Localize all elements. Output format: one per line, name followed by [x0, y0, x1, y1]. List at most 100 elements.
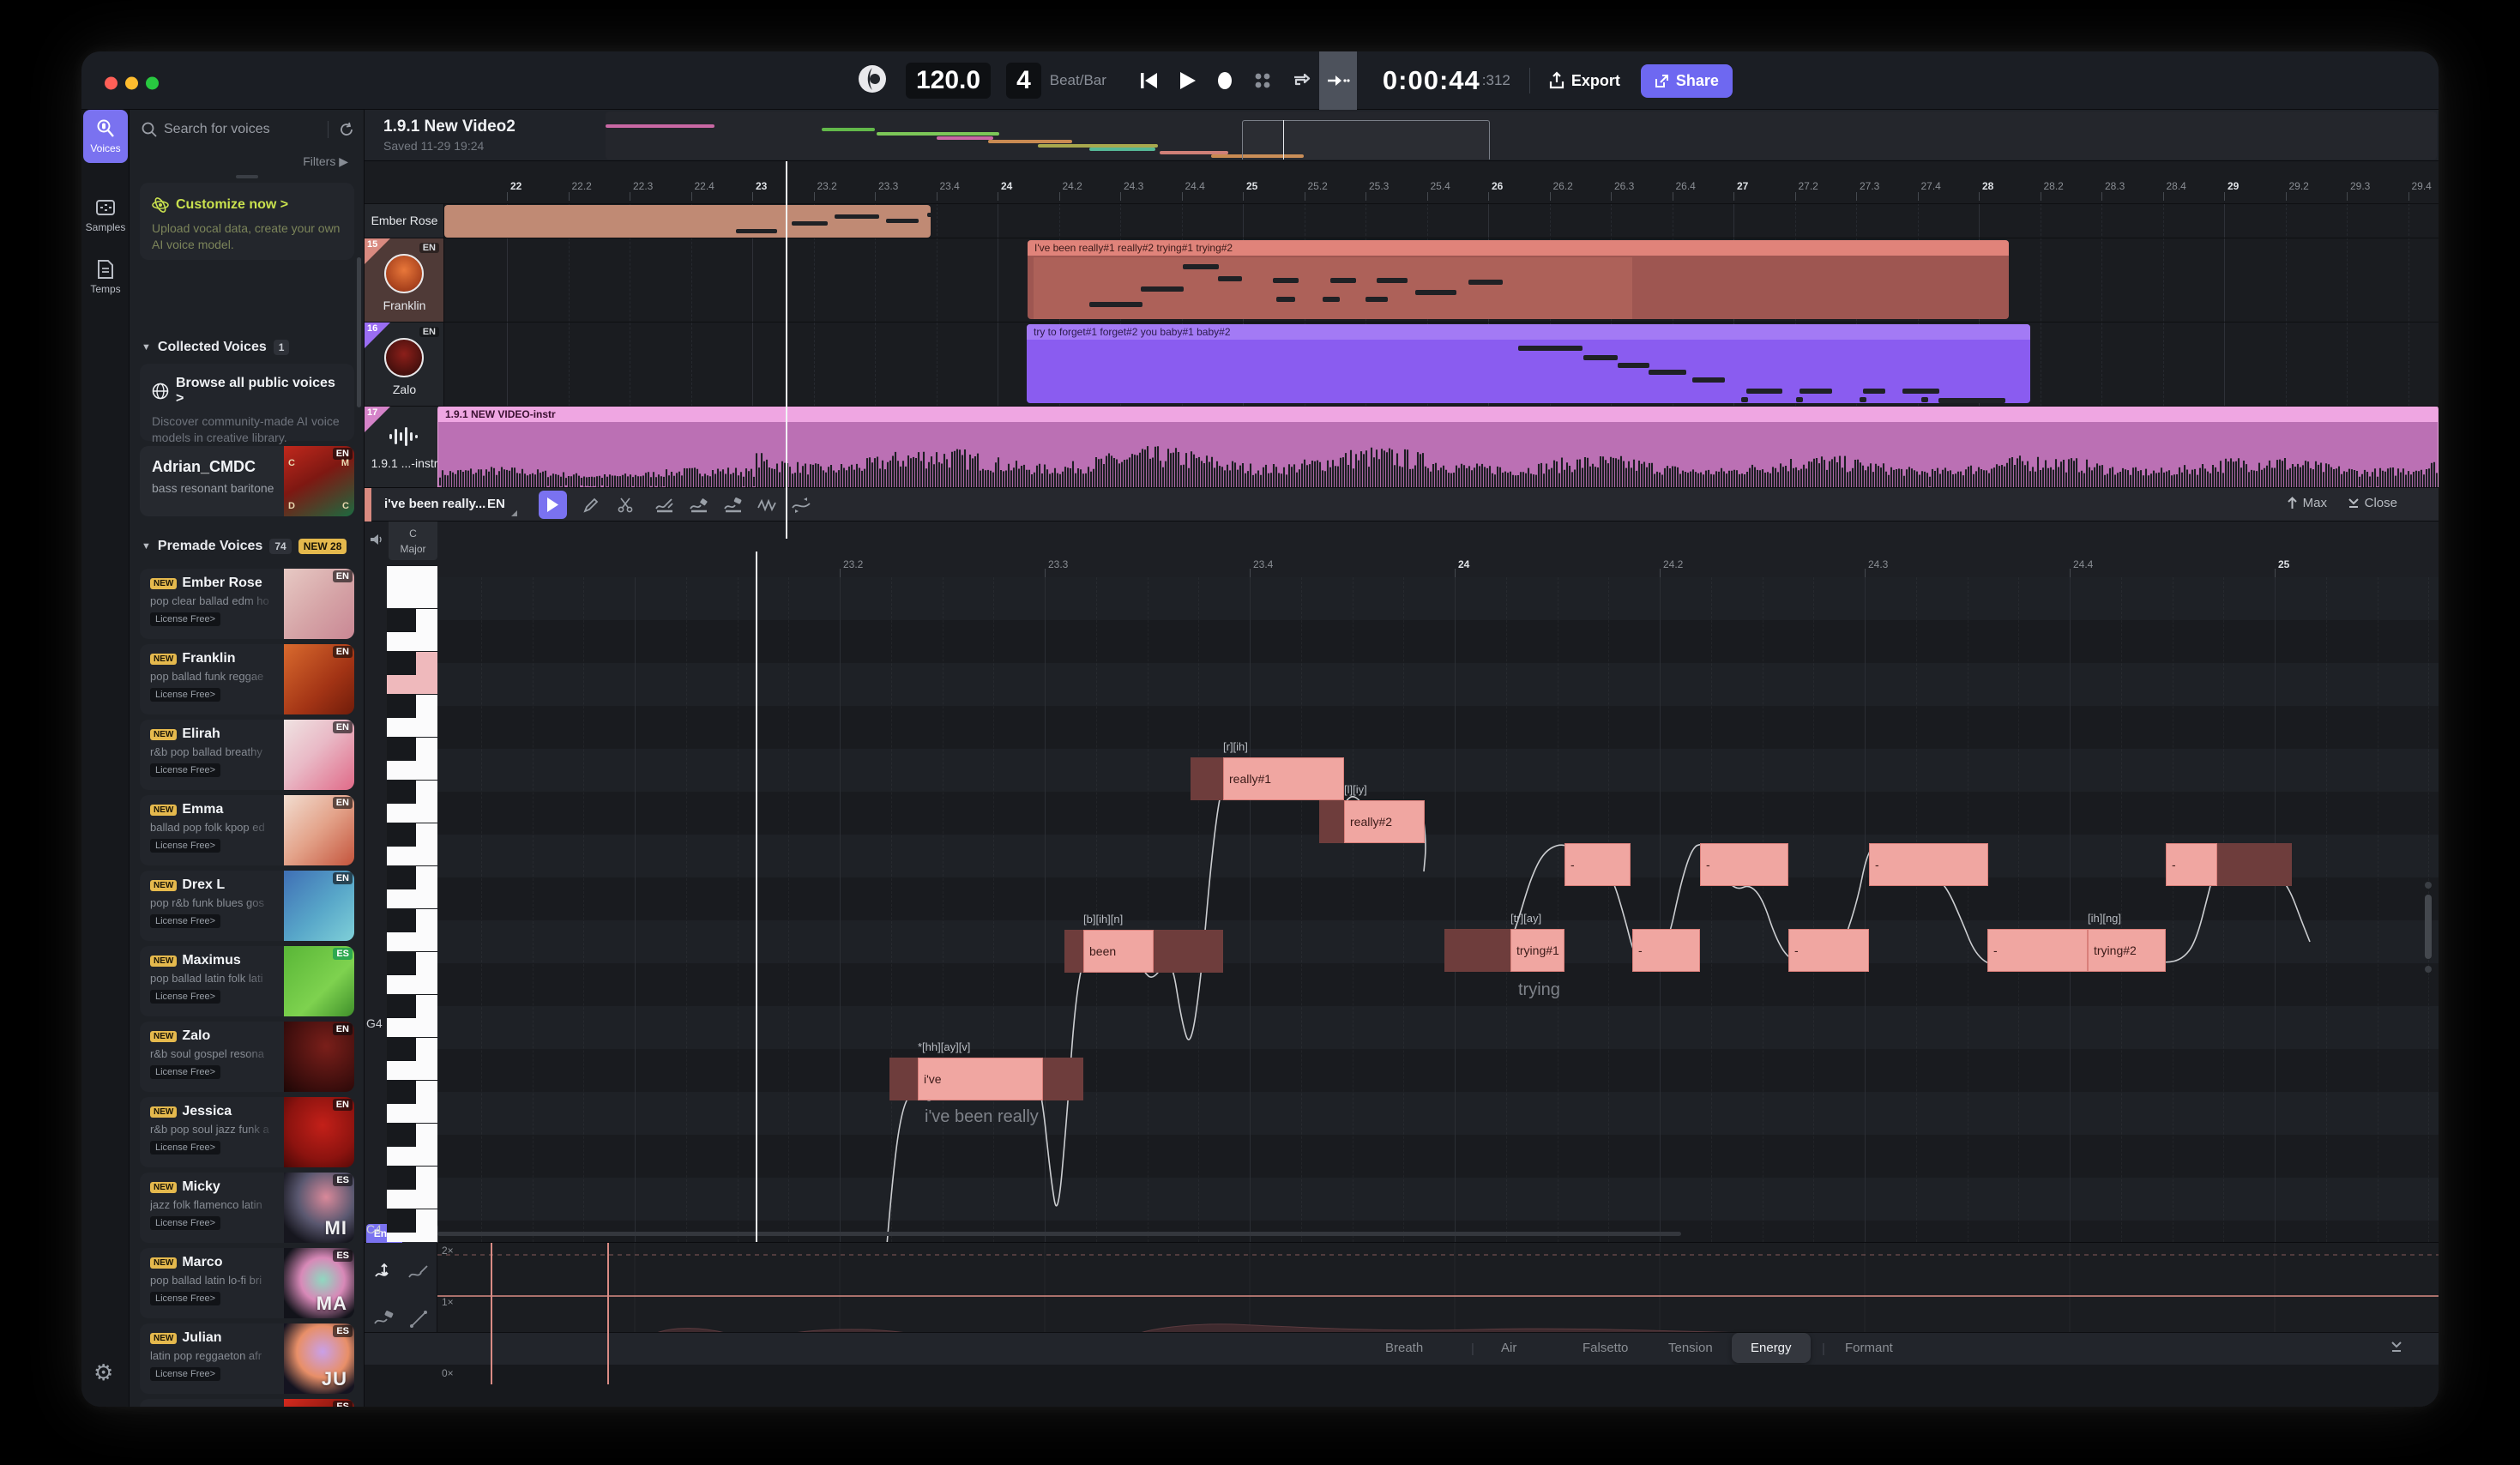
customize-card[interactable]: Customize now > Upload vocal data, creat…: [140, 183, 354, 260]
collected-voices-header[interactable]: ▼ Collected Voices 1: [142, 340, 289, 355]
pitch-eraser-tool-button[interactable]: [719, 491, 747, 519]
pitch-brush-tool-button[interactable]: [684, 491, 713, 519]
piano-black-key[interactable]: [387, 738, 416, 761]
piano-black-key[interactable]: [387, 995, 416, 1018]
speaker-icon[interactable]: [370, 534, 383, 550]
param-tab-energy[interactable]: Energy: [1732, 1333, 1811, 1363]
piano-black-key[interactable]: [387, 1167, 416, 1190]
phoneme-label[interactable]: [b][ih][n]: [1083, 913, 1123, 925]
note-melisma[interactable]: -: [1987, 929, 2088, 972]
voice-card-jessica[interactable]: NEWJessicar&b pop soul jazz funk aLicens…: [140, 1097, 354, 1167]
note-i-ve[interactable]: i've: [889, 1058, 1083, 1100]
select-tool-button[interactable]: [539, 491, 567, 519]
arrange-playhead[interactable]: [786, 161, 787, 539]
clip-ember-rose[interactable]: [444, 205, 931, 238]
beats-per-bar-display[interactable]: 4: [1006, 63, 1041, 99]
piano-roll-playhead[interactable]: [756, 552, 757, 1242]
note-body[interactable]: really#1: [1223, 757, 1344, 800]
clip-franklin[interactable]: I've been really#1 really#2 trying#1 try…: [1028, 240, 2009, 319]
overview-viewport[interactable]: [1242, 120, 1490, 160]
piano-black-key[interactable]: [387, 609, 416, 632]
clip-zalo[interactable]: try to forget#1 forget#2 you baby#1 baby…: [1027, 324, 2030, 403]
param-eraser-tool-button[interactable]: [370, 1305, 399, 1334]
editor-clip-name[interactable]: i've been really...: [384, 497, 485, 511]
voice-card-felix[interactable]: NEWFelixLicense Free>ES: [140, 1399, 354, 1407]
piano-black-key[interactable]: [387, 652, 416, 675]
piano-black-key[interactable]: [387, 823, 416, 847]
param-region-marker[interactable]: [607, 1243, 609, 1384]
piano-roll-vscrollbar[interactable]: [2425, 895, 2432, 959]
phoneme-label[interactable]: *[hh][ay][v]: [918, 1040, 970, 1053]
voice-card-franklin[interactable]: NEWFranklinpop ballad funk reggaeLicense…: [140, 644, 354, 714]
sidebar-tab-voices[interactable]: Voices: [83, 110, 128, 163]
metronome-grid-button[interactable]: [1244, 51, 1281, 110]
close-window-button[interactable]: [105, 77, 118, 90]
sidebar-tab-temps[interactable]: Temps: [83, 250, 128, 304]
tempo-display[interactable]: 120.0: [906, 63, 991, 99]
note-body[interactable]: trying#2: [2088, 929, 2166, 972]
note-melisma[interactable]: -: [1700, 843, 1788, 886]
note-body[interactable]: -: [2166, 843, 2217, 886]
param-tab-formant[interactable]: Formant: [1845, 1341, 1893, 1355]
collapse-panel-icon[interactable]: [2390, 1340, 2402, 1358]
phoneme-label[interactable]: [l][iy]: [1344, 783, 1367, 796]
voice-card-marco[interactable]: NEWMarcopop ballad latin lo-fi briLicens…: [140, 1248, 354, 1318]
note-melisma[interactable]: -: [1869, 843, 1988, 886]
export-button[interactable]: Export: [1549, 72, 1620, 90]
note-melisma[interactable]: -: [1788, 929, 1869, 972]
voice-card-drex-l[interactable]: NEWDrex Lpop r&b funk blues gosLicense F…: [140, 871, 354, 941]
note-body[interactable]: really#2: [1344, 800, 1425, 843]
loop-button[interactable]: [1281, 51, 1319, 110]
filters-button[interactable]: Filters ▶: [303, 154, 348, 169]
share-button[interactable]: Share: [1641, 64, 1733, 98]
note-body[interactable]: -: [1788, 929, 1869, 972]
license-badge[interactable]: License Free>: [150, 688, 220, 702]
note-body[interactable]: trying#1: [1510, 929, 1564, 972]
scissors-tool-button[interactable]: [611, 491, 639, 519]
skip-back-button[interactable]: [1130, 51, 1168, 110]
time-display[interactable]: 0:00:44: [1383, 65, 1480, 96]
license-badge[interactable]: License Free>: [150, 839, 220, 853]
browse-public-voices-card[interactable]: Browse all public voices > Discover comm…: [140, 364, 354, 441]
license-badge[interactable]: License Free>: [150, 1065, 220, 1079]
voice-search-input[interactable]: Search for voices: [130, 114, 365, 145]
note-really-2[interactable]: really#2: [1319, 800, 1425, 843]
piano-black-key[interactable]: [387, 1124, 416, 1147]
param-pen-tool-button[interactable]: [404, 1258, 433, 1287]
voices-scrollbar[interactable]: [357, 257, 361, 407]
key-signature-display[interactable]: CMajor: [389, 521, 437, 560]
license-badge[interactable]: License Free>: [150, 612, 220, 626]
note-body[interactable]: i've: [918, 1058, 1043, 1100]
license-badge[interactable]: License Free>: [150, 1292, 220, 1305]
voice-card-elirah[interactable]: NEWElirahr&b pop ballad breathyLicense F…: [140, 720, 354, 790]
panel-drag-handle[interactable]: [236, 175, 258, 178]
refresh-icon[interactable]: [339, 122, 354, 137]
track-header-franklin[interactable]: 15ENFranklin: [365, 238, 444, 322]
note-body[interactable]: been: [1083, 930, 1154, 973]
voice-card-emma[interactable]: NEWEmmaballad pop folk kpop edLicense Fr…: [140, 795, 354, 865]
param-line-tool-button[interactable]: [404, 1305, 433, 1334]
voice-card-maximus[interactable]: NEWMaximuspop ballad latin folk latiLice…: [140, 946, 354, 1016]
piano-black-key[interactable]: [387, 909, 416, 932]
sidebar-tab-samples[interactable]: Samples: [83, 189, 128, 242]
param-tab-tension[interactable]: Tension: [1668, 1341, 1713, 1355]
note-trying-2[interactable]: trying#2: [2088, 929, 2166, 972]
play-button[interactable]: [1168, 51, 1206, 110]
project-title[interactable]: 1.9.1 New Video2: [383, 118, 515, 136]
phoneme-label[interactable]: [ih][ng]: [2088, 912, 2121, 925]
note-body[interactable]: -: [1632, 929, 1700, 972]
track-header-ember-rose[interactable]: Ember Rose: [365, 204, 444, 238]
close-editor-button[interactable]: Close: [2348, 496, 2397, 510]
arrange-ruler[interactable]: 2222.222.322.42323.223.323.42424.224.324…: [444, 161, 2439, 203]
note-really-1[interactable]: really#1: [1191, 757, 1344, 800]
pitch-reset-tool-button[interactable]: [787, 491, 816, 519]
follow-playhead-button[interactable]: [1319, 51, 1357, 110]
piano-roll-hscrollbar[interactable]: [437, 1232, 1681, 1236]
piano-black-key[interactable]: [387, 1038, 416, 1061]
note-body[interactable]: -: [1700, 843, 1788, 886]
track-header-zalo[interactable]: 16ENZalo: [365, 323, 444, 406]
premade-voices-header[interactable]: ▼ Premade Voices 74 NEW 28: [142, 539, 347, 554]
pitch-pen-tool-button[interactable]: [650, 491, 678, 519]
note-melisma[interactable]: -: [2166, 843, 2292, 886]
param-tab-falsetto[interactable]: Falsetto: [1583, 1341, 1628, 1355]
